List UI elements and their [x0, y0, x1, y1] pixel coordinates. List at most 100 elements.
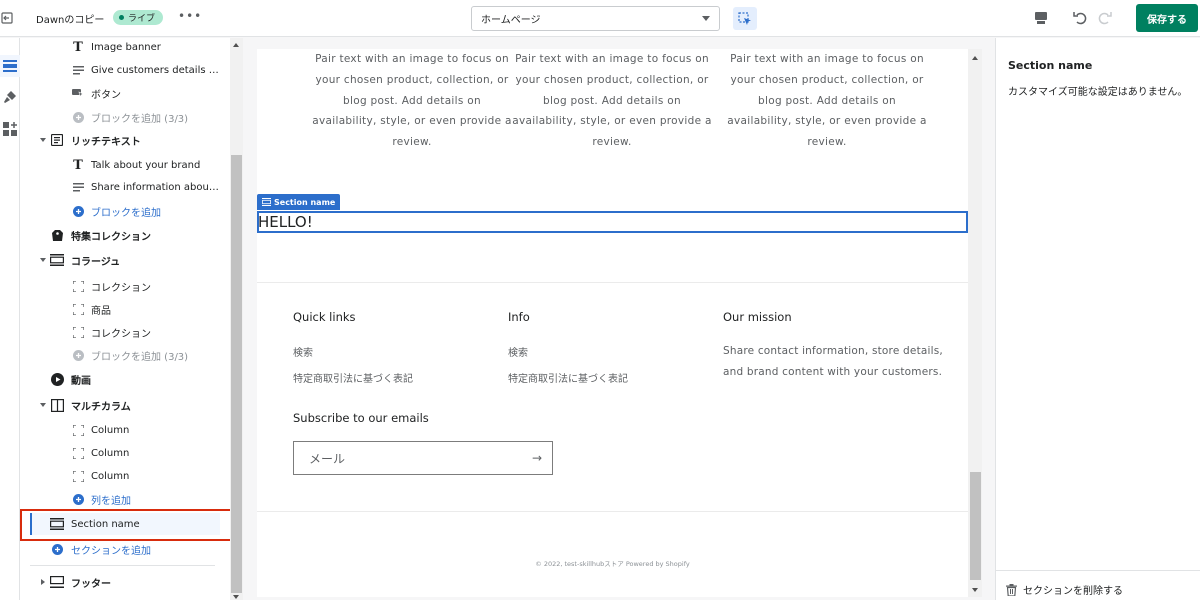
desktop-preview-button[interactable]: [1032, 9, 1050, 27]
footer-link[interactable]: 検索: [508, 344, 528, 359]
save-button[interactable]: 保存する: [1136, 4, 1198, 32]
section-item-featured-collection[interactable]: 特集コレクション: [20, 224, 230, 246]
plus-circle-icon: [71, 348, 85, 362]
newsletter-email-input[interactable]: メール →: [293, 441, 553, 475]
status-dot-icon: [119, 15, 124, 20]
more-actions-button[interactable]: •••: [178, 9, 202, 23]
section-tree: T Image banner Give customers details ab…: [20, 38, 230, 600]
footer-link[interactable]: 検索: [293, 344, 313, 359]
page-select-value: ホームページ: [481, 15, 541, 26]
section-item-section-name[interactable]: Section name: [30, 513, 220, 535]
corners-icon: [71, 423, 85, 437]
arrow-right-icon[interactable]: →: [532, 451, 542, 465]
button-icon: [71, 86, 85, 100]
block-item[interactable]: T Talk about your brand: [20, 154, 230, 176]
corners-icon: [71, 469, 85, 483]
block-item[interactable]: コレクション: [20, 321, 230, 343]
chevron-down-icon[interactable]: [39, 256, 47, 264]
icon-rail: [0, 38, 20, 600]
section-item-rich-text[interactable]: リッチテキスト: [20, 129, 230, 151]
corners-icon: [71, 446, 85, 460]
chevron-down-icon[interactable]: [39, 136, 47, 144]
add-column-button[interactable]: 列を追加: [20, 488, 230, 510]
footer-mission-text: Share contact information, store details…: [723, 345, 943, 378]
selected-section-outline[interactable]: [257, 211, 968, 233]
apps-icon: [3, 122, 17, 136]
page-select[interactable]: ホームページ: [471, 6, 720, 31]
block-item[interactable]: 商品: [20, 298, 230, 320]
block-item[interactable]: Give customers details about the banner …: [20, 59, 230, 81]
paintbrush-icon: [4, 91, 16, 103]
block-item[interactable]: Share information about your brand with …: [20, 176, 230, 198]
undo-button[interactable]: [1071, 9, 1089, 27]
section-item-video[interactable]: 動画: [20, 368, 230, 390]
sidebar-divider: [30, 565, 215, 566]
chevron-right-icon[interactable]: [39, 578, 47, 586]
footer-link[interactable]: 特定商取引法に基づく表記: [508, 370, 628, 385]
block-item[interactable]: Column: [20, 442, 230, 464]
plus-circle-icon: [71, 492, 85, 506]
desktop-icon: [1035, 12, 1047, 24]
theme-settings-nav-button[interactable]: [0, 86, 20, 108]
add-block-button[interactable]: ブロックを追加 (3/3): [20, 106, 230, 128]
apps-nav-button[interactable]: [0, 118, 20, 140]
section-tag[interactable]: Section name: [257, 194, 341, 210]
section-item-collage[interactable]: コラージュ: [20, 249, 230, 271]
plus-circle-icon: [71, 204, 85, 218]
theme-name: Dawnのコピー: [36, 15, 105, 26]
scroll-up-icon[interactable]: [972, 56, 978, 60]
redo-button[interactable]: [1096, 9, 1114, 27]
scroll-up-icon[interactable]: [233, 43, 239, 47]
add-block-button[interactable]: ブロックを追加: [20, 200, 230, 222]
section-icon: [50, 253, 64, 267]
paragraph-icon: [71, 63, 85, 77]
block-item[interactable]: T Image banner: [20, 38, 230, 58]
block-item[interactable]: Column: [20, 465, 230, 487]
column-text: Pair text with an image to focus on your…: [727, 53, 927, 149]
cursor-select-icon: [738, 11, 751, 25]
sidebar-scrollbar-thumb[interactable]: [231, 155, 242, 593]
block-item[interactable]: ボタン: [20, 82, 230, 104]
scroll-down-icon[interactable]: [972, 588, 978, 592]
footer-heading-quick-links: Quick links: [293, 310, 356, 324]
footer-divider: [257, 511, 968, 512]
chevron-down-icon: [702, 16, 710, 21]
no-settings-message: カスタマイズ可能な設定はありません。: [1008, 87, 1188, 98]
section-text: HELLO!: [258, 213, 313, 231]
settings-panel: Section name カスタマイズ可能な設定はありません。 セクションを削除…: [995, 38, 1200, 600]
collection-tag-icon: [50, 228, 64, 242]
preview-scrollbar-thumb[interactable]: [970, 472, 981, 580]
add-block-button[interactable]: ブロックを追加 (3/3): [20, 344, 230, 366]
top-bar: Dawnのコピー ライブ ••• ホームページ 保存する: [0, 0, 1200, 37]
delete-section-button[interactable]: セクションを削除する: [1006, 582, 1123, 597]
live-badge: ライブ: [113, 10, 164, 25]
section-icon: [50, 517, 64, 531]
text-icon: T: [73, 39, 83, 55]
chevron-down-icon[interactable]: [39, 401, 47, 409]
columns-icon: [50, 398, 64, 412]
block-item[interactable]: コレクション: [20, 275, 230, 297]
rich-text-icon: [50, 133, 64, 147]
section-item-footer[interactable]: フッター: [20, 571, 230, 593]
corners-icon: [71, 302, 85, 316]
redo-icon: [1098, 12, 1112, 25]
footer-link[interactable]: 特定商取引法に基づく表記: [293, 370, 413, 385]
newsletter-heading: Subscribe to our emails: [293, 411, 429, 425]
copyright-text: © 2022, test-skillhubストア Powered by Shop…: [535, 560, 690, 568]
email-placeholder: メール: [309, 451, 346, 466]
section-item-multicolumn[interactable]: マルチカラム: [20, 394, 230, 416]
undo-icon: [1073, 12, 1087, 25]
trash-icon: [1006, 583, 1017, 596]
block-item[interactable]: Column: [20, 419, 230, 441]
settings-panel-title: Section name: [1008, 59, 1093, 72]
sections-nav-button[interactable]: [0, 55, 20, 77]
scroll-down-icon[interactable]: [233, 595, 239, 599]
exit-icon[interactable]: [0, 8, 14, 28]
paragraph-icon: [71, 180, 85, 194]
add-section-button[interactable]: セクションを追加: [20, 538, 230, 560]
live-badge-label: ライブ: [128, 14, 156, 24]
store-preview: Pair text with an image to focus on your…: [257, 49, 968, 597]
play-circle-icon: [50, 372, 64, 386]
section-icon: [262, 198, 271, 206]
inspector-toggle-button[interactable]: [733, 7, 757, 30]
